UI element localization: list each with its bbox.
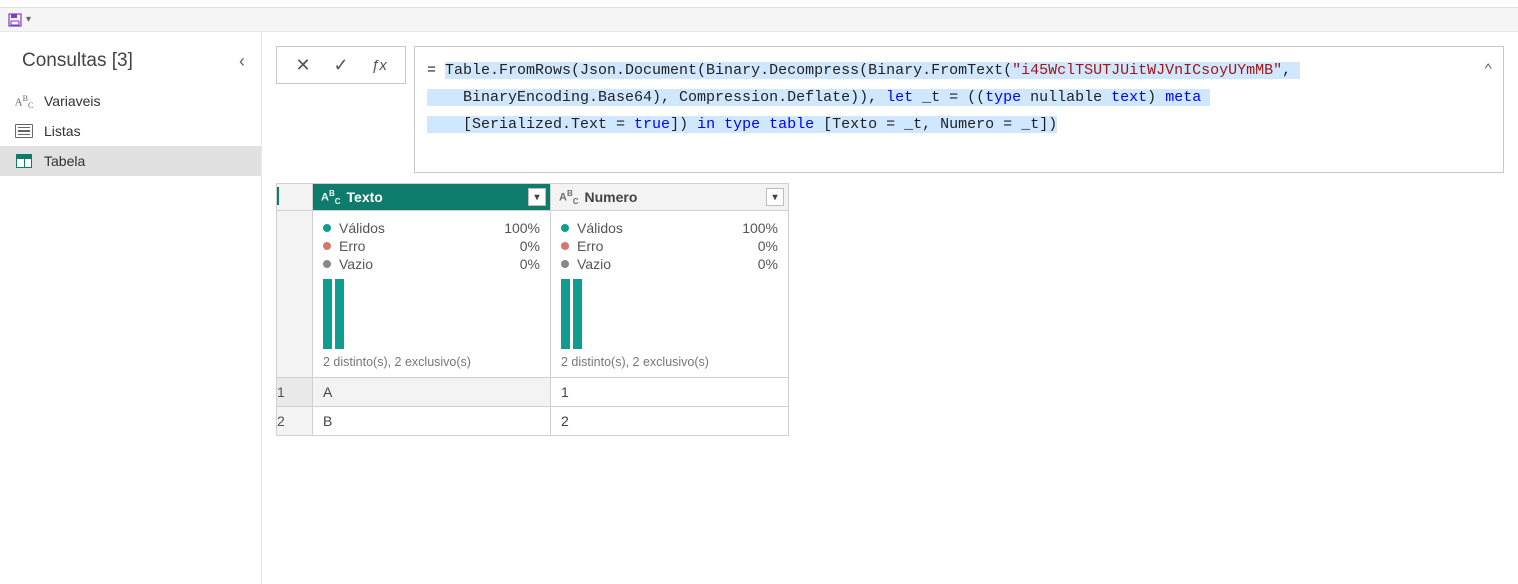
formula-bar[interactable]: = Table.FromRows(Json.Document(Binary.De… [414,46,1504,173]
data-cell[interactable]: A [313,378,551,407]
cancel-icon[interactable]: ✕ [293,55,313,76]
distribution-chart [323,273,540,353]
text-type-icon: ABC [321,189,341,206]
save-icon[interactable] [8,13,22,27]
fx-icon[interactable]: ƒx [369,57,389,74]
ribbon-placeholder [0,0,1518,8]
data-cell[interactable]: 2 [551,407,789,436]
queries-pane-title: Consultas [3] [22,50,133,72]
column-header-numero[interactable]: ABC Numero ▾ [551,184,789,211]
content-area: ✕ ✓ ƒx = Table.FromRows(Json.Document(Bi… [262,32,1518,584]
table-type-icon [14,154,34,168]
table-corner-button[interactable] [277,184,313,211]
collapse-formula-icon[interactable]: ⌃ [1483,57,1493,86]
column-title: Numero [585,189,760,205]
column-header-texto[interactable]: ABC Texto ▾ [313,184,551,211]
text-type-icon: ABC [14,94,34,109]
row-number: 1 [277,378,313,407]
query-item-variaveis[interactable]: ABC Variaveis [0,86,261,116]
text-type-icon: ABC [559,189,579,206]
list-type-icon [14,124,34,139]
distribution-caption: 2 distinto(s), 2 exclusivo(s) [323,353,540,369]
collapse-pane-icon[interactable]: ‹ [239,51,245,72]
query-item-tabela[interactable]: Tabela [0,146,261,176]
column-filter-button[interactable]: ▾ [528,188,546,206]
data-cell[interactable]: 1 [551,378,789,407]
data-cell[interactable]: B [313,407,551,436]
queries-pane: Consultas [3] ‹ ABC Variaveis Listas Tab… [0,32,262,584]
formula-toolbar: ✕ ✓ ƒx [276,46,406,84]
query-item-label: Tabela [44,153,85,169]
quick-access-toolbar: ▾ [0,8,1518,32]
column-quality-numero: Válidos100% Erro0% Vazio0% 2 distinto(s)… [551,211,789,378]
query-item-label: Variaveis [44,93,101,109]
qat-dropdown-icon[interactable]: ▾ [26,14,31,25]
row-number: 2 [277,407,313,436]
distribution-chart [561,273,778,353]
query-item-label: Listas [44,123,81,139]
column-quality-texto: Válidos100% Erro0% Vazio0% 2 distinto(s)… [313,211,551,378]
distribution-caption: 2 distinto(s), 2 exclusivo(s) [561,353,778,369]
column-filter-button[interactable]: ▾ [766,188,784,206]
confirm-icon[interactable]: ✓ [331,55,351,76]
table-row[interactable]: 2 B 2 [277,407,789,436]
column-title: Texto [347,189,522,205]
table-row[interactable]: 1 A 1 [277,378,789,407]
data-preview-table: ABC Texto ▾ ABC Numero ▾ [276,183,789,436]
query-item-listas[interactable]: Listas [0,116,261,146]
